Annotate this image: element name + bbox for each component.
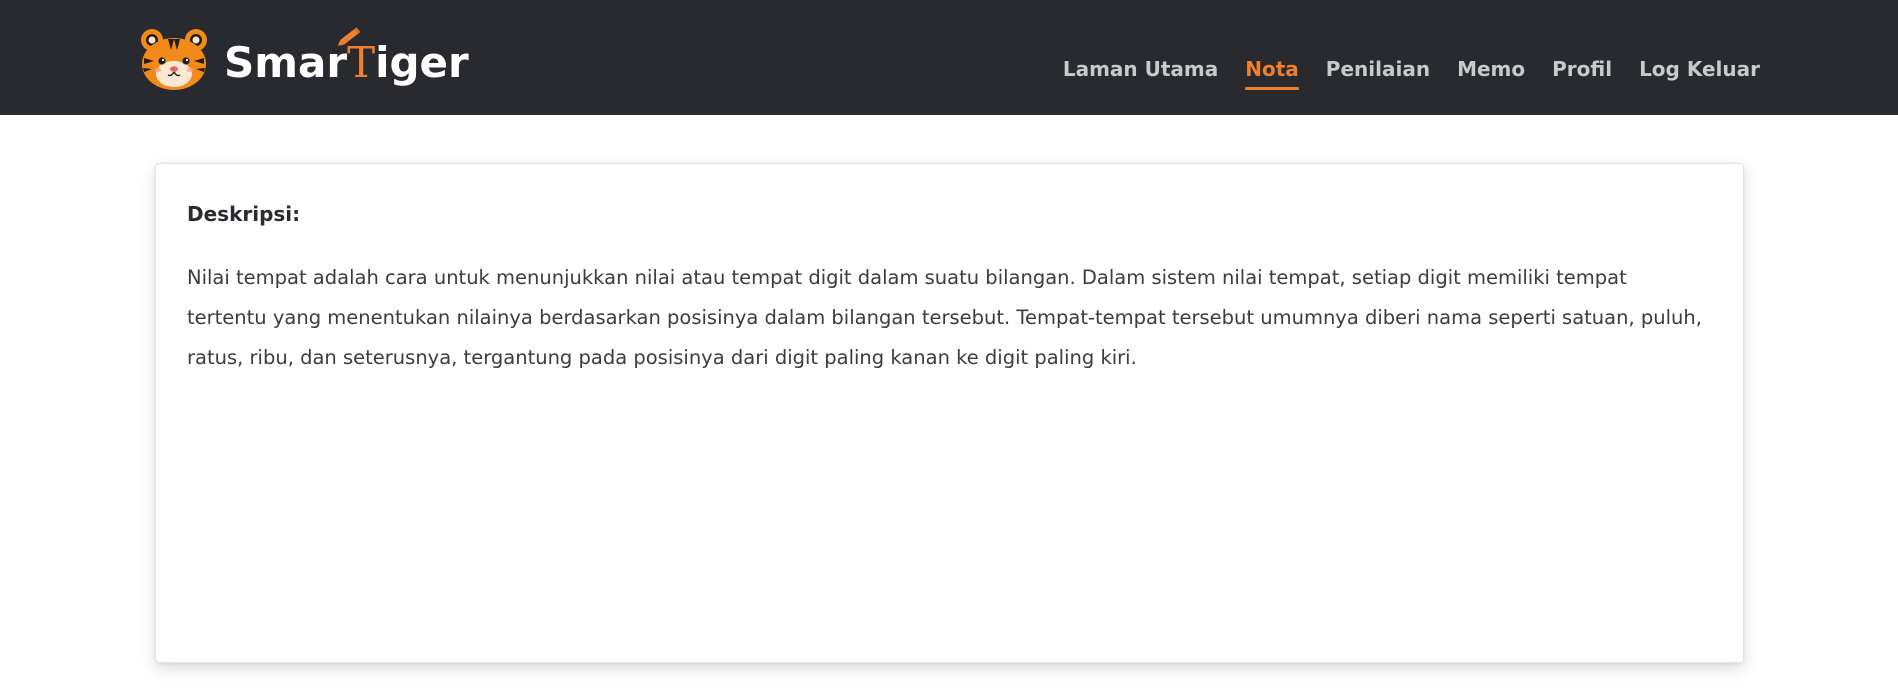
brand-logo-link[interactable]: SmarTiger <box>138 26 469 92</box>
note-card: Deskripsi: Nilai tempat adalah cara untu… <box>155 163 1744 663</box>
nav-profil[interactable]: Profil <box>1552 54 1612 84</box>
pencil-icon <box>337 27 361 46</box>
nav-penilaian[interactable]: Penilaian <box>1326 54 1430 84</box>
nav-laman-utama[interactable]: Laman Utama <box>1063 54 1218 84</box>
description-text: Nilai tempat adalah cara untuk menunjukk… <box>187 266 1702 369</box>
main-nav: Laman Utama Nota Penilaian Memo Profil L… <box>1063 54 1760 90</box>
nav-memo[interactable]: Memo <box>1457 54 1525 84</box>
nav-nota[interactable]: Nota <box>1245 54 1299 90</box>
description-label: Deskripsi: <box>187 202 301 226</box>
tiger-icon <box>141 29 207 90</box>
nav-log-keluar[interactable]: Log Keluar <box>1639 54 1760 84</box>
top-navbar: SmarTiger Laman Utama Nota Penilaian Mem… <box>0 0 1898 115</box>
